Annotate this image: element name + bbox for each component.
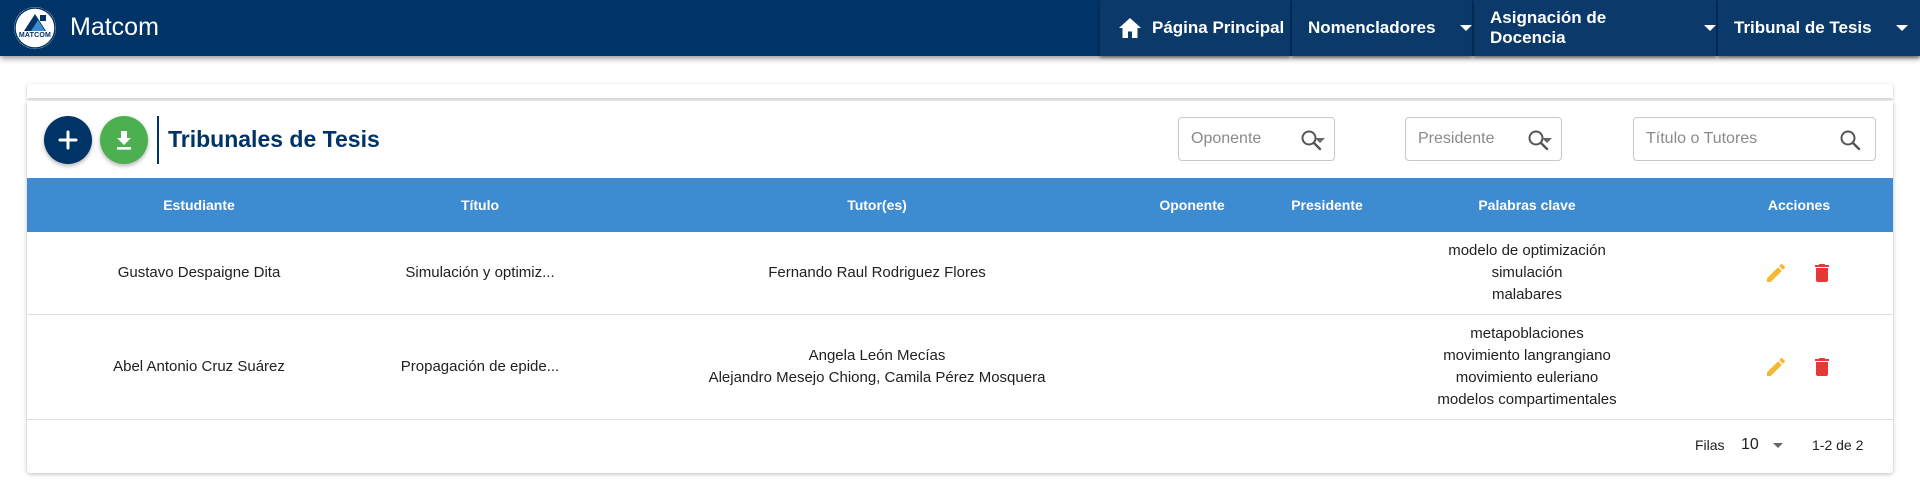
nav-asignacion-label: Asignación de Docencia <box>1490 8 1607 47</box>
cell-titulo: Simulación y optimiz... <box>405 264 555 281</box>
delete-icon[interactable] <box>1810 261 1834 285</box>
cell-titulo: Propagación de epide... <box>400 358 560 375</box>
keyword: simulación <box>1491 264 1563 281</box>
column-header-presidente[interactable]: Presidente <box>1267 178 1387 232</box>
cell-tutores: Angela León Mecías Alejandro Mesejo Chio… <box>637 315 1117 419</box>
cell-presidente <box>1267 232 1387 314</box>
table-row[interactable]: Abel Antonio Cruz Suárez Propagación de … <box>27 315 1893 420</box>
cell-estudiante: Gustavo Despaigne Dita <box>117 264 281 281</box>
tutor-line: Alejandro Mesejo Chiong, Camila Pérez Mo… <box>708 369 1046 386</box>
rows-per-page-select[interactable]: 10 <box>1741 433 1791 457</box>
pagination-range: 1-2 de 2 <box>1812 437 1864 453</box>
chevron-down-icon[interactable] <box>1542 138 1552 143</box>
cell-acciones <box>1747 315 1851 419</box>
top-navbar: MATCOM Matcom Página Principal Nomenclad… <box>0 0 1920 56</box>
caret-down-icon <box>1704 25 1716 31</box>
nav-home[interactable]: Página Principal <box>1100 0 1290 56</box>
keyword: movimiento euleriano <box>1455 369 1599 386</box>
matcom-logo[interactable]: MATCOM <box>14 7 56 49</box>
card-top-strip <box>27 84 1893 98</box>
rows-per-page-label: Filas <box>1695 437 1725 453</box>
search-icon[interactable] <box>1839 129 1861 156</box>
chevron-down-icon <box>1772 442 1783 448</box>
tribunales-card: Tribunales de Tesis Estudiante Título Tu… <box>27 101 1893 473</box>
add-tribunal-button[interactable] <box>44 116 92 164</box>
keyword: modelo de optimización <box>1448 242 1606 259</box>
keyword: malabares <box>1491 286 1563 303</box>
tutor-line: Angela León Mecías <box>808 347 946 364</box>
download-button[interactable] <box>100 116 148 164</box>
keyword: modelos compartimentales <box>1437 391 1617 408</box>
column-header-palabras-clave[interactable]: Palabras clave <box>1407 178 1647 232</box>
keyword: metapoblaciones <box>1470 325 1584 342</box>
delete-icon[interactable] <box>1810 355 1834 379</box>
chevron-down-icon[interactable] <box>1315 138 1325 143</box>
column-header-titulo[interactable]: Título <box>357 178 603 232</box>
cell-tutores: Fernando Raul Rodriguez Flores <box>637 232 1117 314</box>
cell-oponente <box>1137 232 1247 314</box>
titulo-tutores-filter[interactable] <box>1633 117 1876 161</box>
cell-estudiante: Abel Antonio Cruz Suárez <box>113 358 285 375</box>
caret-down-icon <box>1459 25 1472 31</box>
nav-asignacion-docencia[interactable]: Asignación de Docencia <box>1474 0 1716 56</box>
cell-palabras-clave: metapoblaciones movimiento langrangiano … <box>1407 315 1647 419</box>
table-header: Estudiante Título Tutor(es) Oponente Pre… <box>27 178 1893 232</box>
download-icon <box>114 129 134 151</box>
nav-nomencladores[interactable]: Nomencladores <box>1292 0 1472 56</box>
presidente-filter[interactable] <box>1405 117 1562 161</box>
caret-down-icon <box>1895 25 1908 31</box>
presidente-input[interactable] <box>1418 127 1518 151</box>
column-header-oponente[interactable]: Oponente <box>1137 178 1247 232</box>
home-icon <box>1118 17 1142 39</box>
column-header-estudiante[interactable]: Estudiante <box>81 178 317 232</box>
tutor-line: Fernando Raul Rodriguez Flores <box>768 264 986 281</box>
logo-text: MATCOM <box>18 32 52 39</box>
title-divider <box>157 116 159 164</box>
brand-title[interactable]: Matcom <box>70 13 159 42</box>
cell-oponente <box>1137 315 1247 419</box>
nav-tribunal-label: Tribunal de Tesis <box>1734 18 1872 37</box>
nav-tribunal-tesis[interactable]: Tribunal de Tesis <box>1718 0 1920 56</box>
column-header-tutores[interactable]: Tutor(es) <box>637 178 1117 232</box>
nav-home-label: Página Principal <box>1152 18 1285 37</box>
page-title: Tribunales de Tesis <box>168 126 380 152</box>
oponente-input[interactable] <box>1191 127 1291 151</box>
oponente-filter[interactable] <box>1178 117 1335 161</box>
plus-icon <box>58 130 78 150</box>
nav-nomencladores-label: Nomencladores <box>1308 18 1436 37</box>
rows-per-page-value: 10 <box>1741 436 1759 453</box>
keyword: movimiento langrangiano <box>1443 347 1611 364</box>
cell-acciones <box>1747 232 1851 314</box>
cell-presidente <box>1267 315 1387 419</box>
edit-icon[interactable] <box>1764 355 1788 379</box>
edit-icon[interactable] <box>1764 261 1788 285</box>
column-header-acciones: Acciones <box>1767 197 1831 213</box>
table-row[interactable]: Gustavo Despaigne Dita Simulación y opti… <box>27 232 1893 315</box>
titulo-tutores-input[interactable] <box>1646 127 1826 151</box>
cell-palabras-clave: modelo de optimización simulación malaba… <box>1407 232 1647 314</box>
